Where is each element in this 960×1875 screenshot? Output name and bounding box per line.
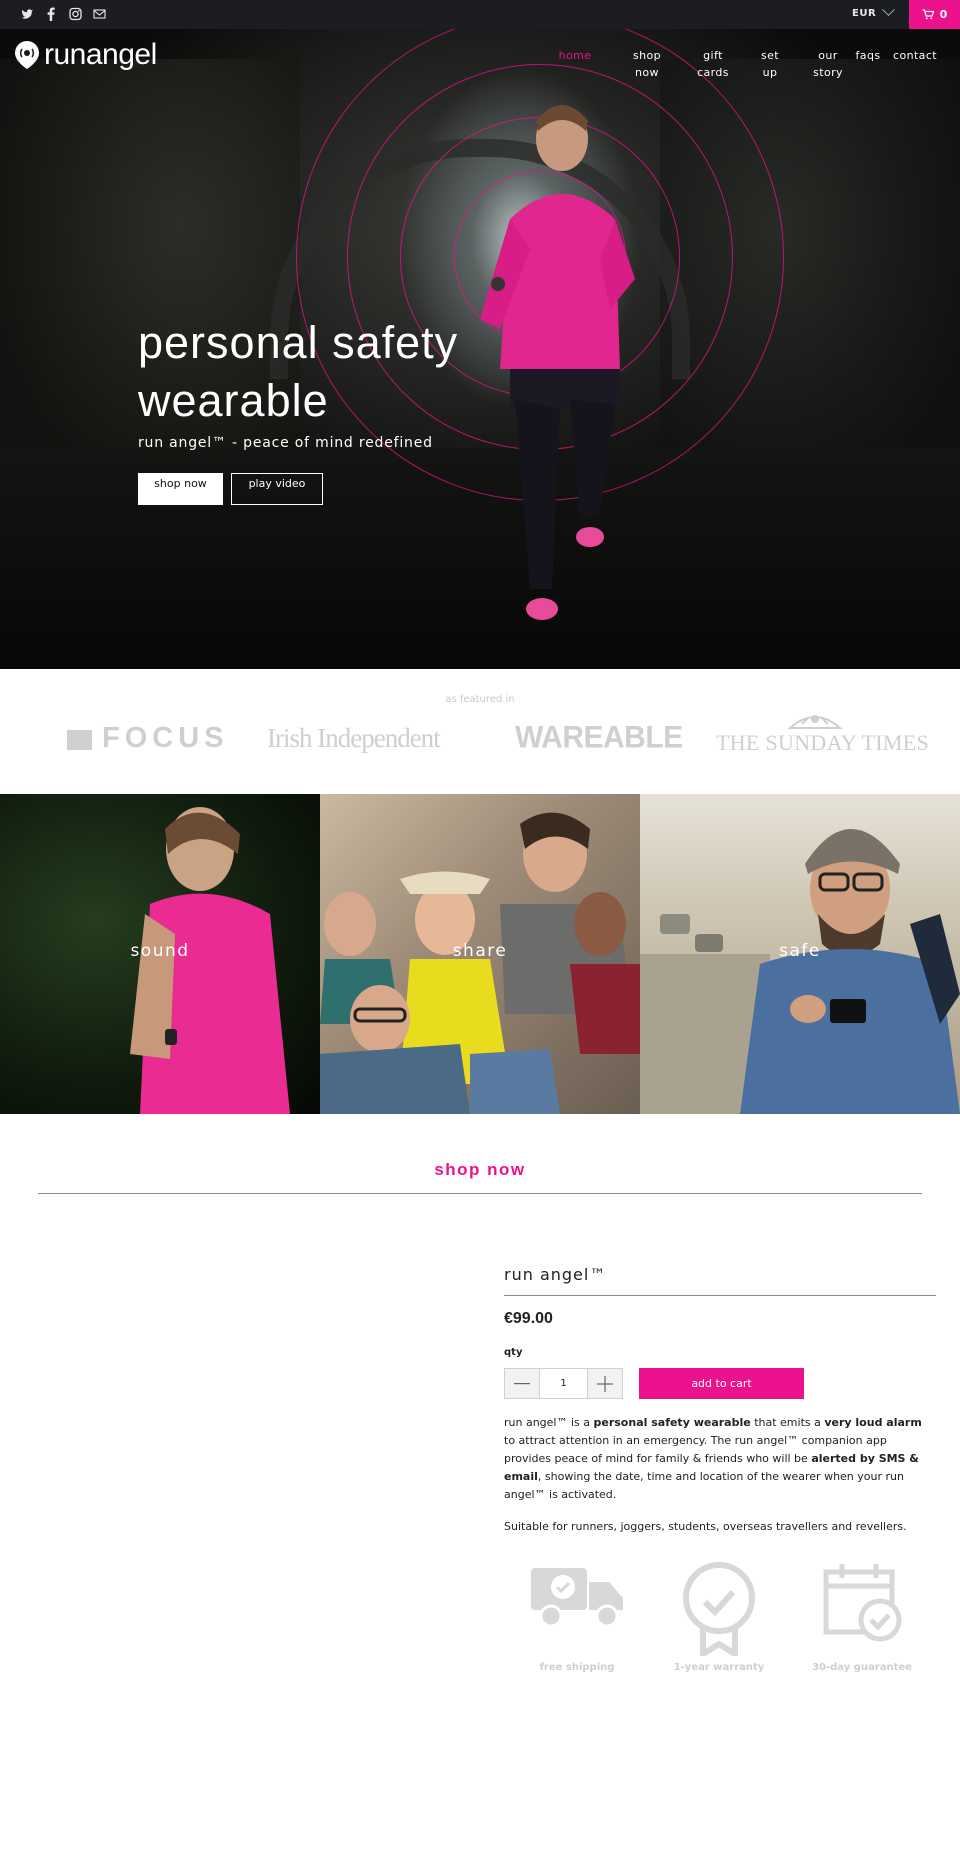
tile-sound-label: sound <box>130 941 190 961</box>
nav-home[interactable]: home <box>557 47 593 64</box>
desc-bold: personal safety wearable <box>593 1416 751 1429</box>
decrement-button[interactable] <box>505 1369 539 1398</box>
focus-logo-mark <box>67 730 92 750</box>
nav-shop-now[interactable]: shop now <box>627 47 667 81</box>
top-bar: EUR 0 <box>0 0 960 29</box>
calendar-icon <box>823 1564 902 1642</box>
feature-guarantee: 30-day guarantee <box>797 1560 927 1673</box>
tile-share[interactable]: share <box>320 794 640 1114</box>
cart-button[interactable]: 0 <box>909 0 960 29</box>
featured-label: as featured in <box>445 694 515 705</box>
chevron-down-icon[interactable] <box>882 3 895 17</box>
social-links <box>20 6 106 22</box>
desc-text: that emits a <box>750 1416 825 1429</box>
product-title: run angel™ <box>504 1265 607 1284</box>
facebook-icon[interactable] <box>44 6 58 22</box>
feature-label: 1-year warranty <box>673 1662 765 1673</box>
brand-name: runangel <box>44 38 157 71</box>
email-icon[interactable] <box>92 6 106 22</box>
cart-icon <box>922 9 934 20</box>
feature-label: 30-day guarantee <box>812 1662 912 1673</box>
press-logo-wareable: WAREABLE <box>515 720 683 755</box>
tile-safe-label: safe <box>779 941 821 961</box>
nav-contact[interactable]: contact <box>888 47 942 64</box>
feature-label: free shipping <box>539 1662 615 1673</box>
increment-button[interactable] <box>588 1369 622 1398</box>
shop-now-heading: shop now <box>434 1160 526 1179</box>
desc-text: run angel™ is a <box>504 1416 594 1429</box>
ribbon-icon <box>683 1562 755 1656</box>
divider <box>504 1295 936 1296</box>
nav-faqs[interactable]: faqs <box>850 47 886 64</box>
qty-label: qty <box>504 1347 523 1358</box>
brand-logo[interactable]: runangel <box>14 40 157 70</box>
quantity-input[interactable]: 1 <box>539 1369 588 1398</box>
desc-text: , showing the date, time and location of… <box>504 1470 904 1501</box>
currency-selector[interactable]: EUR <box>852 8 876 19</box>
feature-warranty: 1-year warranty <box>654 1560 784 1673</box>
tile-safe[interactable]: safe <box>640 794 960 1114</box>
nav-set-up[interactable]: set up <box>755 47 785 81</box>
instagram-icon[interactable] <box>68 6 82 22</box>
shop-now-button[interactable]: shop now <box>138 473 223 505</box>
tile-sound[interactable]: sound <box>0 794 320 1114</box>
feature-free-shipping: free shipping <box>512 1560 642 1673</box>
minus-icon <box>514 1382 530 1384</box>
nav-gift-cards[interactable]: gift cards <box>693 47 733 81</box>
product-description: run angel™ is a personal safety wearable… <box>504 1414 936 1504</box>
desc-bold: very loud alarm <box>824 1416 922 1429</box>
press-logo-focus: FOCUS <box>102 722 229 754</box>
tile-share-label: share <box>452 941 508 961</box>
press-logo-irish-independent: Irish Independent <box>267 723 441 753</box>
hero-title: personal safety wearable <box>138 317 459 426</box>
twitter-icon[interactable] <box>20 6 34 22</box>
plus-icon <box>597 1375 613 1392</box>
hero-subtitle: run angel™ - peace of mind redefined <box>138 435 433 451</box>
truck-icon <box>531 1568 623 1628</box>
product-price: €99.00 <box>504 1310 553 1327</box>
press-logo-sunday-times: THE SUNDAY TIMES <box>716 730 930 755</box>
divider <box>38 1193 922 1194</box>
sunday-times-crest-icon <box>787 715 843 729</box>
product-suitability: Suitable for runners, joggers, students,… <box>504 1520 907 1533</box>
logo-pin-icon <box>15 41 39 69</box>
add-to-cart-button[interactable]: add to cart <box>639 1368 804 1399</box>
hero-banner: personal safety wearable run angel™ - pe… <box>0 29 960 669</box>
cart-count: 0 <box>939 8 948 21</box>
quantity-stepper: 1 <box>504 1368 623 1399</box>
play-video-button[interactable]: play video <box>231 473 323 505</box>
nav-our-story[interactable]: our story <box>810 47 846 81</box>
